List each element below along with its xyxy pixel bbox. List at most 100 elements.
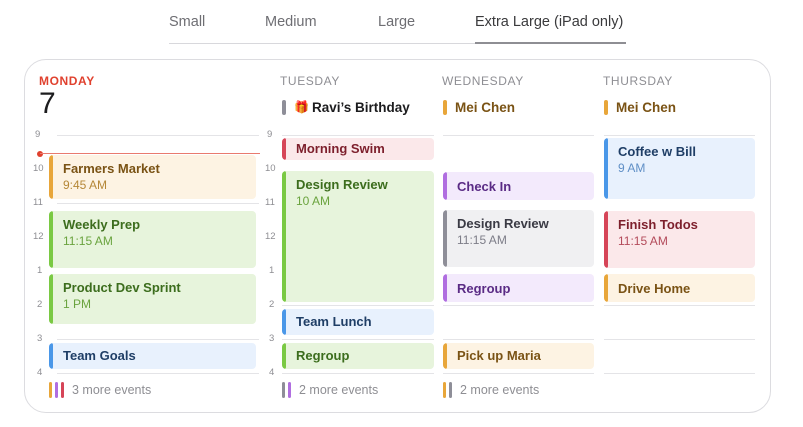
day-column-thursday: THURSDAY Mei Chen Coffee w Bill 9 AM Fin… [603, 60, 755, 412]
allday-title: Mei Chen [455, 99, 516, 115]
event-time: 9:45 AM [63, 178, 108, 192]
event-time: 9 AM [618, 161, 646, 175]
hour-gridline [443, 305, 594, 306]
more-color-bar [61, 382, 64, 398]
event-weekly-prep[interactable]: Weekly Prep 11:15 AM [49, 211, 256, 268]
event-time: 11:15 AM [618, 234, 668, 248]
hour-gridline [282, 373, 434, 374]
tab-large[interactable]: Large [378, 14, 415, 30]
event-title: Team Goals [63, 348, 136, 363]
hour-label: 1 [269, 265, 275, 276]
hour-gridline [282, 135, 434, 136]
day-column-monday: MONDAY 7 9 10 11 12 1 2 3 4 Farmers Mark… [33, 60, 260, 412]
day-column-wednesday: WEDNESDAY Mei Chen Check In Design Revie… [442, 60, 594, 412]
hour-gridline [604, 135, 755, 136]
hour-label: 11 [33, 197, 43, 208]
hour-gridline [282, 305, 434, 306]
hour-gridline [57, 339, 259, 340]
hour-label: 9 [267, 129, 273, 140]
hour-label: 9 [35, 129, 41, 140]
hour-gridline [604, 305, 755, 306]
allday-event-mei-chen[interactable]: Mei Chen [604, 99, 676, 115]
hour-label: 10 [33, 163, 44, 174]
event-title: Product Dev Sprint [63, 280, 181, 295]
event-title: Design Review [296, 177, 388, 192]
event-title: Design Review [457, 216, 549, 231]
event-regroup-wed[interactable]: Regroup [443, 274, 594, 302]
hour-label: 3 [269, 333, 275, 344]
calendar-widget[interactable]: MONDAY 7 9 10 11 12 1 2 3 4 Farmers Mark… [24, 59, 771, 413]
more-color-bar [288, 382, 291, 398]
event-time: 1 PM [63, 297, 92, 311]
more-events-label: 2 more events [299, 383, 379, 397]
event-title: Check In [457, 179, 512, 194]
event-design-review[interactable]: Design Review 10 AM [282, 171, 434, 302]
hour-gridline [57, 203, 259, 204]
day-name: WEDNESDAY [442, 74, 524, 88]
event-title: Regroup [296, 348, 350, 363]
more-events[interactable]: 2 more events [282, 382, 378, 398]
day-number: 7 [39, 87, 56, 120]
more-events[interactable]: 3 more events [49, 382, 151, 398]
hour-label: 11 [265, 197, 275, 208]
event-title: Farmers Market [63, 161, 160, 176]
event-drive-home[interactable]: Drive Home [604, 274, 755, 302]
event-title: Morning Swim [296, 141, 385, 156]
hour-gridline [604, 373, 755, 374]
event-title: Team Lunch [296, 314, 372, 329]
event-design-review-wed[interactable]: Design Review 11:15 AM [443, 210, 594, 267]
day-name: TUESDAY [280, 74, 340, 88]
event-title: Regroup [457, 281, 511, 296]
allday-title: Ravi’s Birthday [311, 99, 410, 115]
event-title: Finish Todos [618, 217, 698, 232]
hour-label: 10 [265, 163, 276, 174]
event-pick-up-maria[interactable]: Pick up Maria [443, 343, 594, 369]
more-events-label: 2 more events [460, 383, 540, 397]
allday-title: Mei Chen [616, 99, 677, 115]
event-product-dev-sprint[interactable]: Product Dev Sprint 1 PM [49, 274, 256, 324]
hour-gridline [443, 373, 594, 374]
more-color-bar [49, 382, 52, 398]
hour-label: 2 [269, 299, 275, 310]
event-title: Coffee w Bill [618, 144, 697, 159]
hour-label: 12 [265, 231, 276, 242]
event-farmers-market[interactable]: Farmers Market 9:45 AM [49, 155, 256, 199]
hour-gridline [57, 373, 259, 374]
day-name: MONDAY [39, 74, 95, 88]
event-finish-todos[interactable]: Finish Todos 11:15 AM [604, 211, 755, 268]
hour-gridline [57, 135, 259, 136]
more-color-bar [449, 382, 452, 398]
active-tab-indicator [475, 42, 626, 44]
current-time-dot [37, 151, 43, 157]
tab-extra-large[interactable]: Extra Large (iPad only) [475, 14, 623, 30]
more-events[interactable]: 2 more events [443, 382, 539, 398]
event-team-lunch[interactable]: Team Lunch [282, 309, 434, 335]
tab-small[interactable]: Small [169, 14, 205, 30]
hour-gridline [443, 339, 594, 340]
event-title: Weekly Prep [63, 217, 141, 232]
event-title: Drive Home [618, 281, 691, 296]
hour-gridline [282, 339, 434, 340]
more-color-bar [443, 382, 446, 398]
event-time: 11:15 AM [63, 234, 113, 248]
more-events-label: 3 more events [72, 383, 152, 397]
day-column-tuesday: TUESDAY 🎁 Ravi’s Birthday 9 10 11 12 1 2… [262, 60, 434, 412]
event-time: 11:15 AM [457, 233, 507, 247]
tab-medium[interactable]: Medium [265, 14, 317, 30]
event-check-in[interactable]: Check In [443, 172, 594, 200]
event-coffee-w-bill[interactable]: Coffee w Bill 9 AM [604, 138, 755, 199]
current-time-line [40, 153, 260, 154]
size-tab-bar: Small Medium Large Extra Large (iPad onl… [0, 0, 803, 50]
event-team-goals[interactable]: Team Goals [49, 343, 256, 369]
hour-label: 12 [33, 231, 44, 242]
event-title: Pick up Maria [457, 348, 541, 363]
more-color-bar [55, 382, 58, 398]
hour-label: 4 [269, 367, 275, 378]
more-color-bar [282, 382, 285, 398]
allday-event-birthday[interactable]: 🎁 Ravi’s Birthday [282, 99, 410, 115]
hour-gridline [604, 339, 755, 340]
allday-event-mei-chen[interactable]: Mei Chen [443, 99, 515, 115]
event-morning-swim[interactable]: Morning Swim [282, 138, 434, 160]
event-regroup[interactable]: Regroup [282, 343, 434, 369]
gift-icon: 🎁 [294, 100, 309, 114]
